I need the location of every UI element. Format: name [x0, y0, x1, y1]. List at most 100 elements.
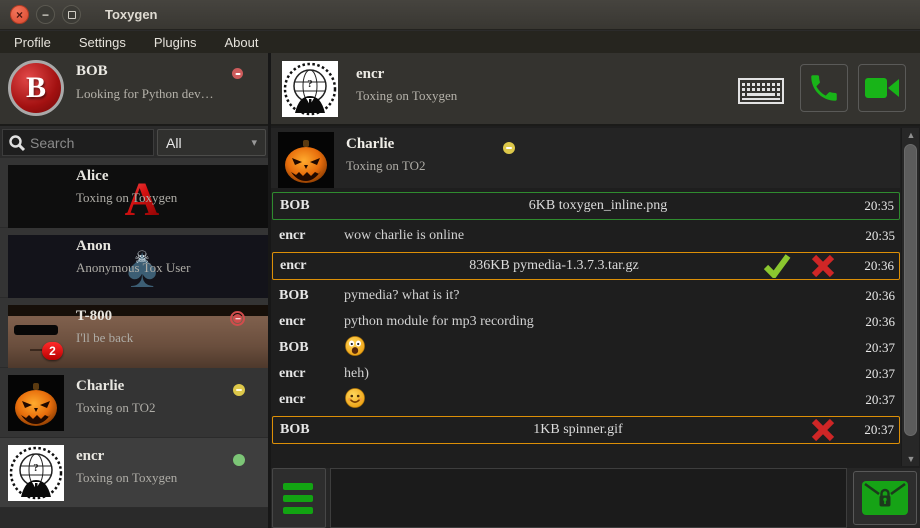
sidebar: All ▾ A Alice Toxing on Toxygen ♠ ☠ Anon…: [0, 128, 268, 528]
busy-status-icon: [230, 311, 245, 326]
message-sender: BOB: [272, 340, 344, 356]
charlie-avatar: [8, 375, 64, 431]
chat-area: Charlie Toxing on TO2 BOB 6KB toxygen_in…: [271, 126, 920, 528]
scrollbar-thumb[interactable]: [904, 144, 917, 436]
contact-item-t800[interactable]: 2 T-800 I'll be back: [0, 298, 268, 368]
composer-row: [271, 468, 920, 528]
decline-transfer-icon[interactable]: [811, 254, 835, 278]
unread-count-badge: 2: [42, 342, 63, 360]
pumpkin-icon: [278, 132, 334, 188]
message-sender: BOB: [272, 288, 344, 304]
phone-icon: [807, 71, 841, 105]
charlie-avatar: [278, 132, 334, 188]
window-close-button[interactable]: ×: [10, 5, 29, 24]
contact-name: Charlie: [76, 378, 124, 395]
attachments-menu-button[interactable]: [272, 468, 326, 528]
contact-item-encr[interactable]: ? encr Toxing on Toxygen: [0, 438, 268, 508]
contact-status-message: Toxing on Toxygen: [76, 470, 177, 486]
message-sender: encr: [273, 258, 345, 274]
message-sender: BOB: [273, 198, 345, 214]
away-status-icon: [503, 142, 515, 154]
message-sender: encr: [272, 392, 344, 408]
search-input[interactable]: [30, 135, 140, 151]
decline-transfer-icon[interactable]: [811, 418, 835, 442]
message-input[interactable]: [330, 468, 847, 528]
message-text: BOB pymedia? what is it? 20:36: [272, 283, 900, 309]
contact-filter-dropdown[interactable]: All ▾: [157, 129, 266, 156]
message-file-transfer: BOB 1KB spinner.gif 20:37: [272, 416, 900, 444]
peer-avatar: ?: [282, 61, 338, 117]
self-avatar[interactable]: B: [8, 60, 64, 116]
audio-call-button[interactable]: [800, 64, 848, 112]
keyboard-icon[interactable]: [738, 78, 784, 104]
filter-selected-value: All: [166, 135, 251, 151]
message-emoji: encr 20:37: [272, 387, 900, 413]
message-sender: BOB: [273, 422, 345, 438]
contact-item-alice[interactable]: A Alice Toxing on Toxygen: [0, 158, 268, 228]
message-time: 20:37: [852, 392, 900, 408]
message-file-transfer: BOB 6KB toxygen_inline.png 20:35: [272, 192, 900, 220]
banner-status-message: Toxing on TO2: [346, 158, 426, 174]
video-camera-icon: [864, 74, 900, 102]
self-busy-status-icon[interactable]: [232, 68, 243, 79]
message-body: python module for mp3 recording: [344, 314, 852, 330]
anonymous-logo-icon: ?: [282, 61, 338, 117]
message-time: 20:36: [852, 288, 900, 304]
chevron-down-icon: ▾: [251, 136, 257, 149]
menu-settings[interactable]: Settings: [65, 35, 140, 50]
scroll-down-icon[interactable]: ▼: [902, 452, 920, 466]
message-time: 20:35: [851, 198, 899, 214]
contact-status-message: Anonymous Tox User: [76, 260, 190, 276]
search-row: All ▾: [0, 128, 268, 158]
message-body: heh): [344, 366, 852, 382]
send-message-button[interactable]: [853, 471, 917, 525]
chat-contact-banner[interactable]: Charlie Toxing on TO2: [271, 128, 900, 188]
message-sender: encr: [272, 314, 344, 330]
window-minimize-button[interactable]: −: [36, 5, 55, 24]
contact-name: Alice: [76, 168, 108, 185]
message-file-transfer: encr 836KB pymedia-1.3.7.3.tar.gz 20:36: [272, 252, 900, 280]
window-title: Toxygen: [105, 7, 158, 22]
message-time: 20:37: [852, 340, 900, 356]
peer-name: encr: [356, 66, 384, 83]
window-maximize-button[interactable]: [62, 5, 81, 24]
peer-status-message: Toxing on Toxygen: [356, 88, 457, 104]
message-text: encr python module for mp3 recording 20:…: [272, 309, 900, 335]
file-transfer-label: 1KB spinner.gif: [345, 422, 811, 438]
accept-transfer-icon[interactable]: [763, 254, 791, 278]
search-icon: [8, 134, 26, 152]
menu-plugins[interactable]: Plugins: [140, 35, 211, 50]
self-avatar-letter: B: [26, 71, 46, 105]
minimize-icon: −: [42, 8, 49, 22]
contact-name: Anon: [76, 238, 111, 255]
message-sender: encr: [272, 366, 344, 382]
contact-status-message: Toxing on TO2: [76, 400, 156, 416]
video-call-button[interactable]: [858, 64, 906, 112]
contact-item-charlie[interactable]: Charlie Toxing on TO2: [0, 368, 268, 438]
away-status-icon: [233, 384, 245, 396]
menu-about[interactable]: About: [210, 35, 272, 50]
message-time: 20:37: [852, 366, 900, 382]
message-body: wow charlie is online: [344, 228, 852, 244]
message-time: 20:36: [851, 258, 899, 274]
hamburger-menu-icon: [283, 483, 313, 490]
message-sender: encr: [272, 228, 344, 244]
file-transfer-label: 6KB toxygen_inline.png: [345, 198, 851, 214]
title-bar: × − Toxygen: [0, 0, 920, 30]
self-status-message[interactable]: Looking for Python dev…: [76, 86, 214, 102]
message-time: 20:35: [852, 228, 900, 244]
message-body: pymedia? what is it?: [344, 288, 852, 304]
scroll-up-icon[interactable]: ▲: [902, 128, 920, 142]
smiling-face-emoji-icon: [345, 388, 365, 408]
online-status-icon: [233, 454, 245, 466]
menu-profile[interactable]: Profile: [0, 35, 65, 50]
self-name[interactable]: BOB: [76, 63, 108, 80]
search-box[interactable]: [2, 129, 154, 156]
banner-name: Charlie: [346, 136, 394, 153]
contact-item-anon[interactable]: ♠ ☠ Anon Anonymous Tox User: [0, 228, 268, 298]
svg-text:?: ?: [307, 78, 313, 90]
file-transfer-label: 836KB pymedia-1.3.7.3.tar.gz: [345, 258, 763, 274]
chat-scrollbar[interactable]: ▲ ▼: [901, 128, 919, 466]
header: B BOB Looking for Python dev… ? encr Tox…: [0, 53, 920, 126]
toxygen-window: × − Toxygen Profile Settings Plugins Abo…: [0, 0, 920, 528]
